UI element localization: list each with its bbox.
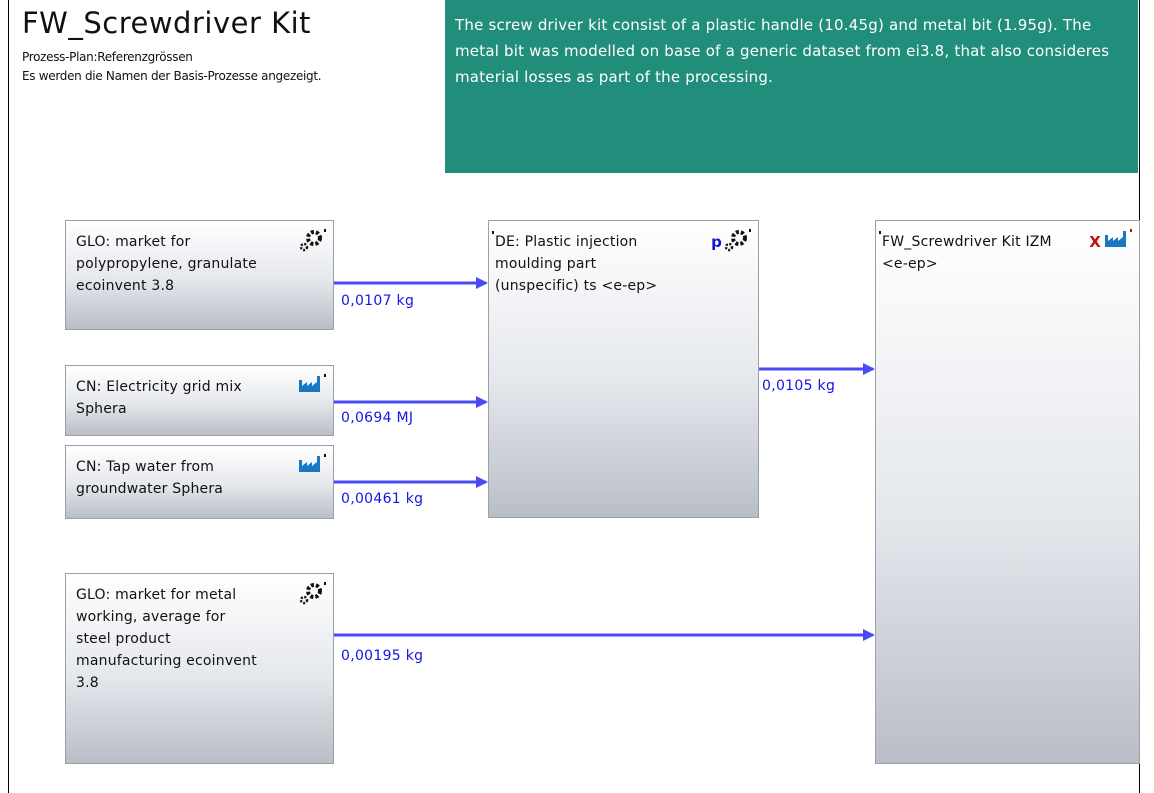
process-box-tap-water[interactable]: CN: Tap water from groundwater Sphera	[65, 445, 334, 519]
process-box-polypropylene[interactable]: GLO: market for polypropylene, granulate…	[65, 220, 334, 330]
flow-label-polypropylene[interactable]: 0,0107 kg	[341, 293, 414, 309]
flow-label-moulded-part[interactable]: 0,0105 kg	[762, 378, 835, 394]
gear-icon	[724, 229, 751, 252]
process-label: DE: Plastic injection moulding part (uns…	[495, 234, 658, 294]
gear-icon	[299, 582, 326, 605]
flow-label-metal-bit[interactable]: 0,00195 kg	[341, 648, 423, 664]
factory-icon	[299, 454, 326, 472]
flow-label-tap-water[interactable]: 0,00461 kg	[341, 491, 423, 507]
gear-icon	[299, 229, 326, 252]
process-label: GLO: market for polypropylene, granulate…	[76, 234, 257, 294]
marker-dot	[492, 231, 494, 234]
process-plan-canvas: FW_Screwdriver Kit Prozess-Plan:Referenz…	[0, 0, 1154, 793]
process-box-injection-moulding[interactable]: DE: Plastic injection moulding part (uns…	[488, 220, 759, 518]
process-label: FW_Screwdriver Kit IZM <e-ep>	[882, 234, 1052, 272]
flow-label-electricity[interactable]: 0,0694 MJ	[341, 410, 413, 426]
process-label: CN: Tap water from groundwater Sphera	[76, 459, 224, 497]
process-label: CN: Electricity grid mix Sphera	[76, 379, 242, 417]
factory-icon	[1105, 229, 1132, 247]
process-box-electricity[interactable]: CN: Electricity grid mix Sphera	[65, 365, 334, 436]
process-label: GLO: market for metal working, average f…	[76, 587, 257, 691]
parameter-icon: p	[711, 233, 722, 251]
excluded-icon: X	[1089, 233, 1101, 251]
process-box-metal-working[interactable]: GLO: market for metal working, average f…	[65, 573, 334, 764]
process-box-screwdriver-kit[interactable]: FW_Screwdriver Kit IZM <e-ep> X	[875, 220, 1140, 764]
marker-dot	[879, 231, 881, 234]
factory-icon	[299, 374, 326, 392]
